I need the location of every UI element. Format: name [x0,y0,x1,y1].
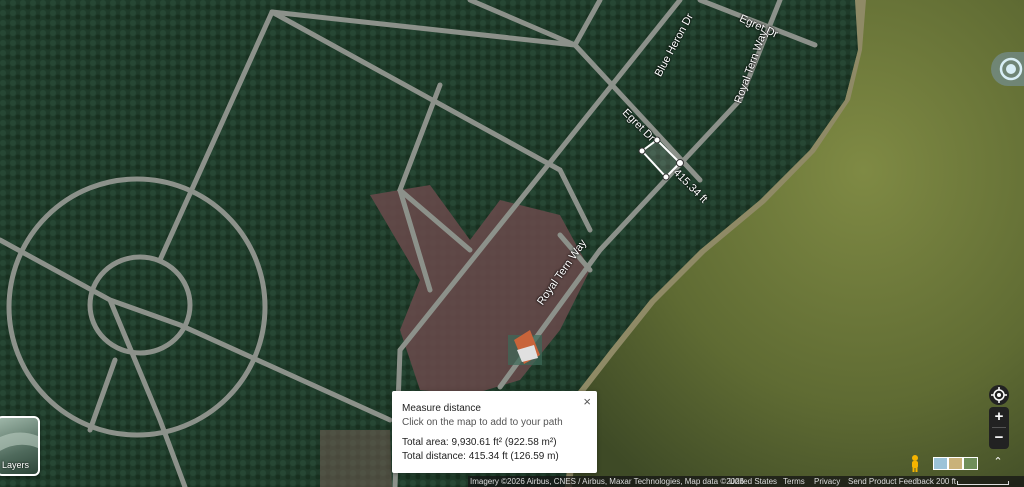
total-distance: Total distance: 415.34 ft (126.59 m) [402,451,559,462]
privacy-link[interactable]: Privacy [814,476,840,487]
layers-button[interactable]: Layers [0,416,40,476]
total-area: Total area: 9,930.61 ft² (922.58 m²) [402,437,557,448]
house [508,330,542,365]
map-thumbnail[interactable] [933,457,948,470]
crosshair-icon [991,387,1007,403]
pegman-icon[interactable] [908,454,922,472]
layers-label: Layers [2,460,30,470]
terrain-thumbnail[interactable] [948,457,963,470]
satellite-thumbnail[interactable] [963,457,978,470]
zoom-out-button[interactable]: − [989,428,1009,448]
zoom-control: + − [989,407,1009,449]
imagery-thumbnails [933,457,978,470]
imagery-toggle-button[interactable] [991,52,1024,86]
scale-label[interactable]: 200 ft [936,476,956,487]
measure-vertex [676,159,684,167]
imagery-attribution: Imagery ©2026 Airbus, CNES / Airbus, Max… [470,477,745,486]
measure-vertex [662,173,670,181]
my-location-button[interactable] [989,385,1009,405]
panel-title: Measure distance [402,403,481,414]
measure-vertex [638,147,646,155]
attribution-bar: Imagery ©2026 Airbus, CNES / Airbus, Max… [468,476,1024,487]
zoom-in-button[interactable]: + [989,407,1009,427]
clearing [320,430,392,487]
measure-distance-panel: Measure distance Click on the map to add… [392,391,597,473]
close-icon[interactable]: × [583,394,591,409]
feedback-link[interactable]: Send Product Feedback [848,476,934,487]
terms-link[interactable]: Terms [783,476,805,487]
country-label[interactable]: United States [729,476,777,487]
scale-bar [957,481,1009,485]
panel-hint: Click on the map to add to your path [402,417,563,428]
chevron-up-icon[interactable]: ⌃ [990,455,1006,469]
orbit-icon [999,57,1023,81]
